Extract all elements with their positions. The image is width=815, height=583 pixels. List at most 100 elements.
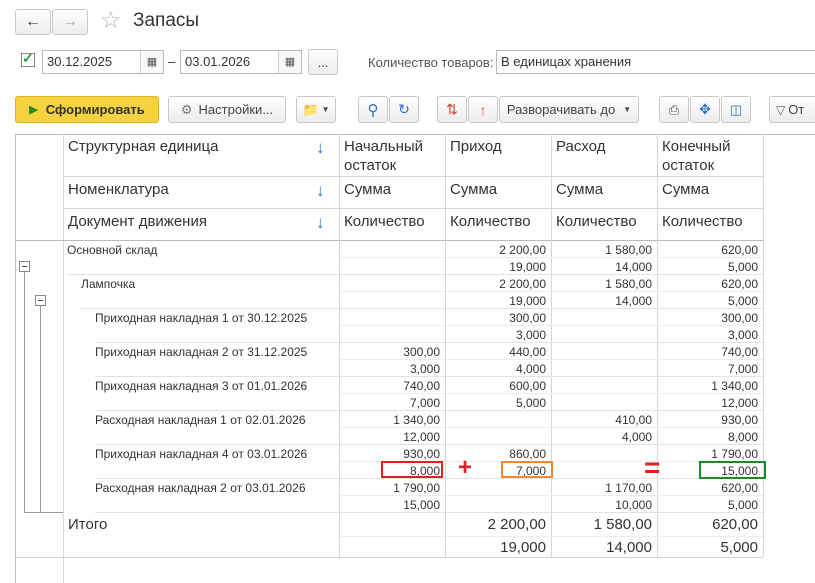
sum-cell[interactable]: 440,00 [446,344,546,360]
sum-cell[interactable]: 740,00 [340,378,440,394]
qty-cell[interactable]: 19,000 [446,293,546,309]
sum-cell[interactable]: 1 340,00 [658,378,758,394]
qty-cell[interactable]: 15,000 [340,497,440,513]
period-checkbox[interactable]: ✓ [21,50,35,67]
qty-cell[interactable]: 5,000 [658,293,758,309]
sum-cell[interactable]: 930,00 [340,446,440,462]
print-button[interactable]: ⎙ [659,96,689,123]
row-label[interactable]: Основной склад [67,242,157,258]
total-cell[interactable]: 19,000 [446,539,546,557]
header-nomenclature: Номенклатура [68,181,169,198]
header-start-balance: Начальный остаток [344,138,424,174]
filter-button[interactable]: ▽ От [769,96,815,123]
collapse-product-icon[interactable] [35,295,46,306]
row-label[interactable]: Лампочка [81,276,135,292]
header-sum: Сумма [556,181,604,198]
qty-cell[interactable]: 8,000 [658,429,758,445]
row-label[interactable]: Приходная накладная 3 от 01.01.2026 [95,378,307,394]
printer-icon: ⎙ [668,101,680,117]
qty-cell[interactable]: 14,000 [552,259,652,275]
preview-icon: ◫ [729,101,743,117]
arrow-right-icon: → [62,13,78,30]
sum-cell[interactable]: 600,00 [446,378,546,394]
row-label[interactable]: Расходная накладная 1 от 02.01.2026 [95,412,306,428]
total-cell[interactable]: 620,00 [658,516,758,534]
sum-cell[interactable]: 410,00 [552,412,652,428]
sum-cell[interactable]: 620,00 [658,276,758,292]
qty-cell[interactable]: 3,000 [340,361,440,377]
back-button[interactable]: ← [15,9,51,35]
move-button[interactable]: ✥ [690,96,720,123]
preview-button[interactable]: ◫ [721,96,751,123]
qty-cell[interactable]: 3,000 [658,327,758,343]
search-next-button[interactable]: ↻ [389,96,419,123]
row-label[interactable]: Приходная накладная 2 от 31.12.2025 [95,344,307,360]
sort-asc-icon: ↑ [479,101,487,118]
calendar-icon[interactable]: ▦ [278,51,301,73]
qty-cell[interactable]: 7,000 [658,361,758,377]
sum-cell[interactable]: 620,00 [658,242,758,258]
date-to-field[interactable]: 03.01.2026 ▦ [180,50,302,74]
qty-cell[interactable]: 5,000 [658,259,758,275]
total-cell[interactable]: 5,000 [658,539,758,557]
date-from-field[interactable]: 30.12.2025 ▦ [42,50,164,74]
sum-cell[interactable]: 1 790,00 [340,480,440,496]
qty-cell[interactable]: 10,000 [552,497,652,513]
generate-button[interactable]: ▶ Сформировать [15,96,159,123]
sum-cell[interactable]: 1 580,00 [552,242,652,258]
qty-cell[interactable]: 3,000 [446,327,546,343]
sum-cell[interactable]: 300,00 [340,344,440,360]
qty-cell[interactable]: 12,000 [340,429,440,445]
sum-cell[interactable]: 620,00 [658,480,758,496]
report-top-border [15,134,815,135]
qty-cell[interactable]: 4,000 [446,361,546,377]
qty-cell[interactable]: 4,000 [552,429,652,445]
favorite-star-icon[interactable]: ☆ [100,6,122,35]
total-cell[interactable]: 1 580,00 [552,516,652,534]
qty-cell[interactable]: 5,000 [658,497,758,513]
sum-cell[interactable]: 300,00 [658,310,758,326]
highlight-box-red [381,461,443,478]
sum-cell[interactable]: 1 170,00 [552,480,652,496]
row-label[interactable]: Расходная накладная 2 от 03.01.2026 [95,480,306,496]
sort-arrow-icon[interactable]: ↓ [316,213,325,233]
sum-cell[interactable]: 1 790,00 [658,446,758,462]
sum-cell[interactable]: 930,00 [658,412,758,428]
sort-arrow-icon[interactable]: ↓ [316,181,325,201]
sort-desc-icon: ⇅ [446,101,458,117]
qty-cell[interactable]: 5,000 [446,395,546,411]
qty-cell[interactable]: 19,000 [446,259,546,275]
expand-to-button[interactable]: Разворачивать до ▼ [499,96,639,123]
qty-mode-field[interactable]: В единицах хранения [496,50,815,74]
sum-cell[interactable]: 740,00 [658,344,758,360]
search-icon: ⚲ [367,101,379,119]
qty-cell[interactable]: 12,000 [658,395,758,411]
settings-button[interactable]: ⚙ Настройки... [168,96,286,123]
gear-icon: ⚙ [180,101,193,117]
qty-cell[interactable]: 14,000 [552,293,652,309]
search-next-icon: ↻ [398,101,410,117]
sum-cell[interactable]: 300,00 [446,310,546,326]
search-button[interactable]: ⚲ [358,96,388,123]
header-structural-unit: Структурная единица [68,138,219,155]
forward-button[interactable]: → [52,9,88,35]
sum-cell[interactable]: 1 580,00 [552,276,652,292]
sort-arrow-icon[interactable]: ↓ [316,138,325,158]
row-label[interactable]: Приходная накладная 1 от 30.12.2025 [95,310,307,326]
header-sum: Сумма [662,181,710,198]
qty-cell[interactable]: 7,000 [340,395,440,411]
total-cell[interactable]: 2 200,00 [446,516,546,534]
sort-desc-button[interactable]: ⇅ [437,96,467,123]
sum-cell[interactable]: 2 200,00 [446,242,546,258]
row-label[interactable]: Приходная накладная 4 от 03.01.2026 [95,446,307,462]
total-cell[interactable]: 14,000 [552,539,652,557]
collapse-warehouse-icon[interactable] [19,261,30,272]
sort-asc-button[interactable]: ↑ [468,96,498,123]
period-select-button[interactable]: ... [308,49,338,75]
calendar-icon[interactable]: ▦ [140,51,163,73]
sum-cell[interactable]: 1 340,00 [340,412,440,428]
move-icon: ✥ [699,101,711,117]
variants-button[interactable]: 📁 ▼ [296,96,336,123]
tree-column-border [63,134,64,583]
sum-cell[interactable]: 2 200,00 [446,276,546,292]
